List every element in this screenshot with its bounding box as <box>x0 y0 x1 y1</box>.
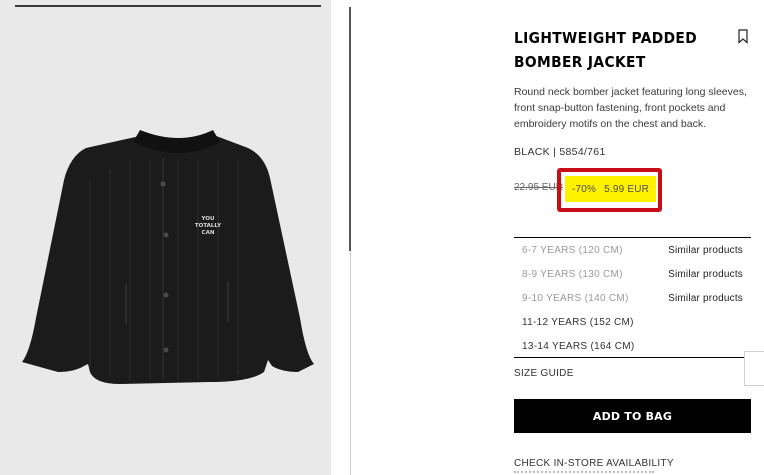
size-label: 9-10 YEARS (140 CM) <box>522 292 629 304</box>
size-selector: 6-7 YEARS (120 CM) Similar products 8-9 … <box>514 237 751 358</box>
discount-percent: -70% <box>571 183 597 195</box>
dotted-underline <box>514 471 654 475</box>
original-price: 22.95 EUR <box>514 182 563 193</box>
sale-price-badge: -70% 5.99 EUR <box>565 176 656 202</box>
size-label: 13-14 YEARS (164 CM) <box>522 340 635 352</box>
product-image[interactable]: YOU TOTALLY CAN <box>0 0 331 475</box>
current-price: 5.99 EUR <box>604 183 650 195</box>
check-store-availability-link[interactable]: CHECK IN-STORE AVAILABILITY <box>514 458 674 469</box>
embroidery-line-2: TOTALLY <box>195 223 222 229</box>
bookmark-icon[interactable] <box>737 29 749 44</box>
side-panel-tab[interactable] <box>744 351 764 386</box>
size-label: 6-7 YEARS (120 CM) <box>522 244 623 256</box>
embroidery-line-3: CAN <box>202 230 215 236</box>
size-option[interactable]: 9-10 YEARS (140 CM) Similar products <box>514 286 751 310</box>
jacket-illustration: YOU TOTALLY CAN <box>22 130 314 384</box>
color-reference: BLACK | 5854/761 <box>514 146 606 158</box>
product-description: Round neck bomber jacket featuring long … <box>514 86 747 130</box>
size-label: 8-9 YEARS (130 CM) <box>522 268 623 280</box>
size-option[interactable]: 11-12 YEARS (152 CM) <box>514 310 751 334</box>
similar-products-link[interactable]: Similar products <box>668 269 743 280</box>
gallery-scrollbar[interactable] <box>349 7 351 251</box>
size-label: 11-12 YEARS (152 CM) <box>522 316 634 328</box>
size-option[interactable]: 8-9 YEARS (130 CM) Similar products <box>514 262 751 286</box>
similar-products-link[interactable]: Similar products <box>668 293 743 304</box>
add-to-bag-button[interactable]: ADD TO BAG <box>514 399 751 433</box>
size-option[interactable]: 6-7 YEARS (120 CM) Similar products <box>514 238 751 262</box>
divider <box>350 251 351 475</box>
embroidery-line-1: YOU <box>201 216 215 222</box>
product-title: LIGHTWEIGHT PADDED BOMBER JACKET <box>514 29 698 71</box>
similar-products-link[interactable]: Similar products <box>668 245 743 256</box>
divider <box>514 357 745 358</box>
size-option[interactable]: 13-14 YEARS (164 CM) <box>514 334 751 358</box>
size-guide-link[interactable]: SIZE GUIDE <box>514 368 574 379</box>
